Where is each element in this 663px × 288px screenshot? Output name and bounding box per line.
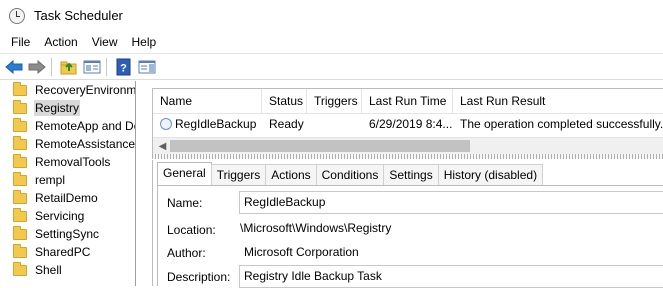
tree-item-label: Servicing: [35, 209, 85, 223]
tab-conditions[interactable]: Conditions: [315, 164, 385, 185]
column-header-name[interactable]: Name: [153, 89, 262, 114]
tree-item-label: RemoteAssistance: [35, 137, 135, 151]
task-list: Name Status Triggers Last Run Time Last …: [152, 88, 663, 154]
tree-item-servicing[interactable]: Servicing: [0, 207, 135, 225]
menu-view[interactable]: View: [85, 31, 125, 53]
tree-item-shell[interactable]: Shell: [0, 261, 135, 279]
task-status-cell: Ready: [269, 117, 304, 131]
menu-help[interactable]: Help: [125, 31, 164, 53]
task-name: RegIdleBackup: [175, 117, 257, 131]
tree-item-settingsync[interactable]: SettingSync: [0, 225, 135, 243]
tab-history[interactable]: History (disabled): [437, 164, 544, 185]
tree-item-remoteassistance[interactable]: RemoteAssistance: [0, 135, 135, 153]
column-header-status[interactable]: Status: [262, 89, 307, 114]
menu-file[interactable]: File: [4, 31, 37, 53]
tab-triggers[interactable]: Triggers: [210, 164, 267, 185]
pane-splitter[interactable]: [152, 154, 663, 159]
title-bar: Task Scheduler: [0, 0, 663, 31]
location-value: \Microsoft\Windows\Registry: [240, 221, 392, 235]
folder-icon: [13, 261, 27, 276]
window-title: Task Scheduler: [34, 8, 123, 23]
tree-item-label: Shell: [35, 263, 62, 277]
tree-item-label: SharedPC: [35, 245, 91, 259]
description-label: Description:: [167, 270, 231, 284]
folder-icon: [13, 117, 27, 132]
menu-bar: File Action View Help: [0, 31, 663, 53]
location-label: Location:: [167, 223, 216, 237]
tab-general[interactable]: General: [157, 162, 212, 185]
tree-item-label: RemovalTools: [35, 155, 111, 169]
description-field[interactable]: Registry Idle Backup Task: [239, 265, 663, 288]
folder-icon: [13, 243, 27, 258]
action-pane-icon[interactable]: [137, 57, 157, 77]
menu-action[interactable]: Action: [37, 31, 84, 53]
task-last-run-time-cell: 6/29/2019 8:4...: [369, 117, 453, 131]
folder-icon: [13, 207, 27, 222]
general-tab-body: Name: RegIdleBackup Location: \Microsoft…: [157, 185, 663, 288]
forward-arrow-icon[interactable]: [27, 57, 47, 77]
back-arrow-icon[interactable]: [4, 57, 24, 77]
author-field[interactable]: Microsoft Corporation: [239, 241, 663, 264]
task-scheduler-clock-icon: [9, 7, 25, 24]
tree-item-label: RetailDemo: [35, 191, 98, 205]
tree-item-label: rempl: [35, 173, 66, 187]
folder-icon: [13, 171, 27, 186]
name-field[interactable]: RegIdleBackup: [239, 191, 663, 214]
tree-item-removaltools[interactable]: RemovalTools: [0, 153, 135, 171]
name-label: Name:: [167, 196, 203, 210]
column-header-last-run-result[interactable]: Last Run Result: [453, 89, 663, 114]
tree-item-label: SettingSync: [35, 227, 100, 241]
column-header-triggers[interactable]: Triggers: [307, 89, 362, 114]
tab-actions[interactable]: Actions: [265, 164, 317, 185]
detail-tabs: General Triggers Actions Conditions Sett…: [157, 162, 544, 185]
folder-icon: [13, 153, 27, 168]
toolbar-separator: [51, 57, 52, 76]
author-label: Author:: [167, 246, 206, 260]
folder-icon: [13, 189, 27, 204]
task-list-header: Name Status Triggers Last Run Time Last …: [153, 89, 663, 114]
folder-icon: [13, 225, 27, 240]
tree-item-recoveryenvironment[interactable]: RecoveryEnvironment: [0, 81, 135, 99]
tree-item-label: RecoveryEnvironment: [35, 83, 135, 97]
tree-item-remoteapp[interactable]: RemoteApp and Desktop Connections Update: [0, 117, 135, 135]
task-last-run-result-cell: The operation completed successfully.: [460, 117, 663, 131]
tree-item-label: RemoteApp and Desktop Connections Update: [35, 119, 135, 133]
tree-item-retaildemo[interactable]: RetailDemo: [0, 189, 135, 207]
folder-tree: RecoveryEnvironment Registry RemoteApp a…: [0, 81, 136, 286]
toolbar: ?: [0, 53, 663, 80]
help-icon[interactable]: ?: [114, 57, 134, 77]
table-row[interactable]: RegIdleBackup Ready 6/29/2019 8:4... The…: [153, 114, 663, 134]
scrollbar-thumb[interactable]: [170, 140, 470, 152]
show-hide-tree-icon[interactable]: [82, 57, 102, 77]
tree-item-rempl[interactable]: rempl: [0, 171, 135, 189]
column-header-last-run-time[interactable]: Last Run Time: [362, 89, 453, 114]
svg-text:?: ?: [120, 62, 127, 74]
horizontal-scrollbar[interactable]: ◀: [153, 137, 663, 154]
folder-icon: [13, 99, 27, 114]
tab-settings[interactable]: Settings: [383, 164, 439, 185]
task-name-cell: RegIdleBackup: [153, 117, 262, 131]
toolbar-separator: [106, 57, 107, 76]
tree-item-sharedpc[interactable]: SharedPC: [0, 243, 135, 261]
folder-icon: [13, 81, 27, 96]
task-clock-icon: [160, 118, 172, 130]
folder-icon: [13, 135, 27, 150]
up-folder-icon[interactable]: [59, 57, 79, 77]
tree-item-label: Registry: [34, 100, 81, 116]
tree-item-registry[interactable]: Registry: [0, 99, 135, 117]
task-detail-pane: General Triggers Actions Conditions Sett…: [152, 160, 663, 288]
scroll-left-arrow-icon[interactable]: ◀: [155, 139, 170, 154]
